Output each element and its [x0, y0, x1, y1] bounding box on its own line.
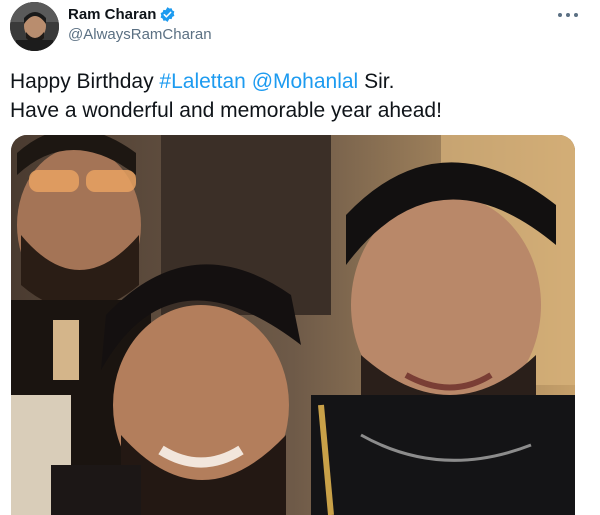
author-handle[interactable]: @AlwaysRamCharan — [68, 26, 212, 43]
avatar-image — [10, 2, 59, 51]
tweet-photo[interactable] — [11, 135, 575, 515]
tweet-text: Happy Birthday #Lalettan @Mohanlal Sir. … — [10, 67, 590, 125]
photo-image — [11, 135, 575, 515]
tweet-line-2: Have a wonderful and memorable year ahea… — [10, 99, 442, 122]
tweet-text-suffix: Sir. — [358, 70, 395, 93]
mention-link[interactable]: @Mohanlal — [252, 70, 359, 93]
verified-badge-icon — [159, 6, 176, 23]
author-name-row: Ram Charan — [68, 6, 176, 23]
tweet-line-1: Happy Birthday #Lalettan @Mohanlal Sir. — [10, 67, 590, 96]
author-avatar[interactable] — [10, 2, 59, 51]
tweet-text-prefix: Happy Birthday — [10, 70, 160, 93]
author-display-name[interactable]: Ram Charan — [68, 6, 156, 23]
hashtag-link[interactable]: #Lalettan — [159, 70, 245, 93]
more-options-icon[interactable] — [555, 8, 581, 22]
tweet-card: Ram Charan @AlwaysRamCharan Happy Birthd… — [0, 0, 600, 515]
